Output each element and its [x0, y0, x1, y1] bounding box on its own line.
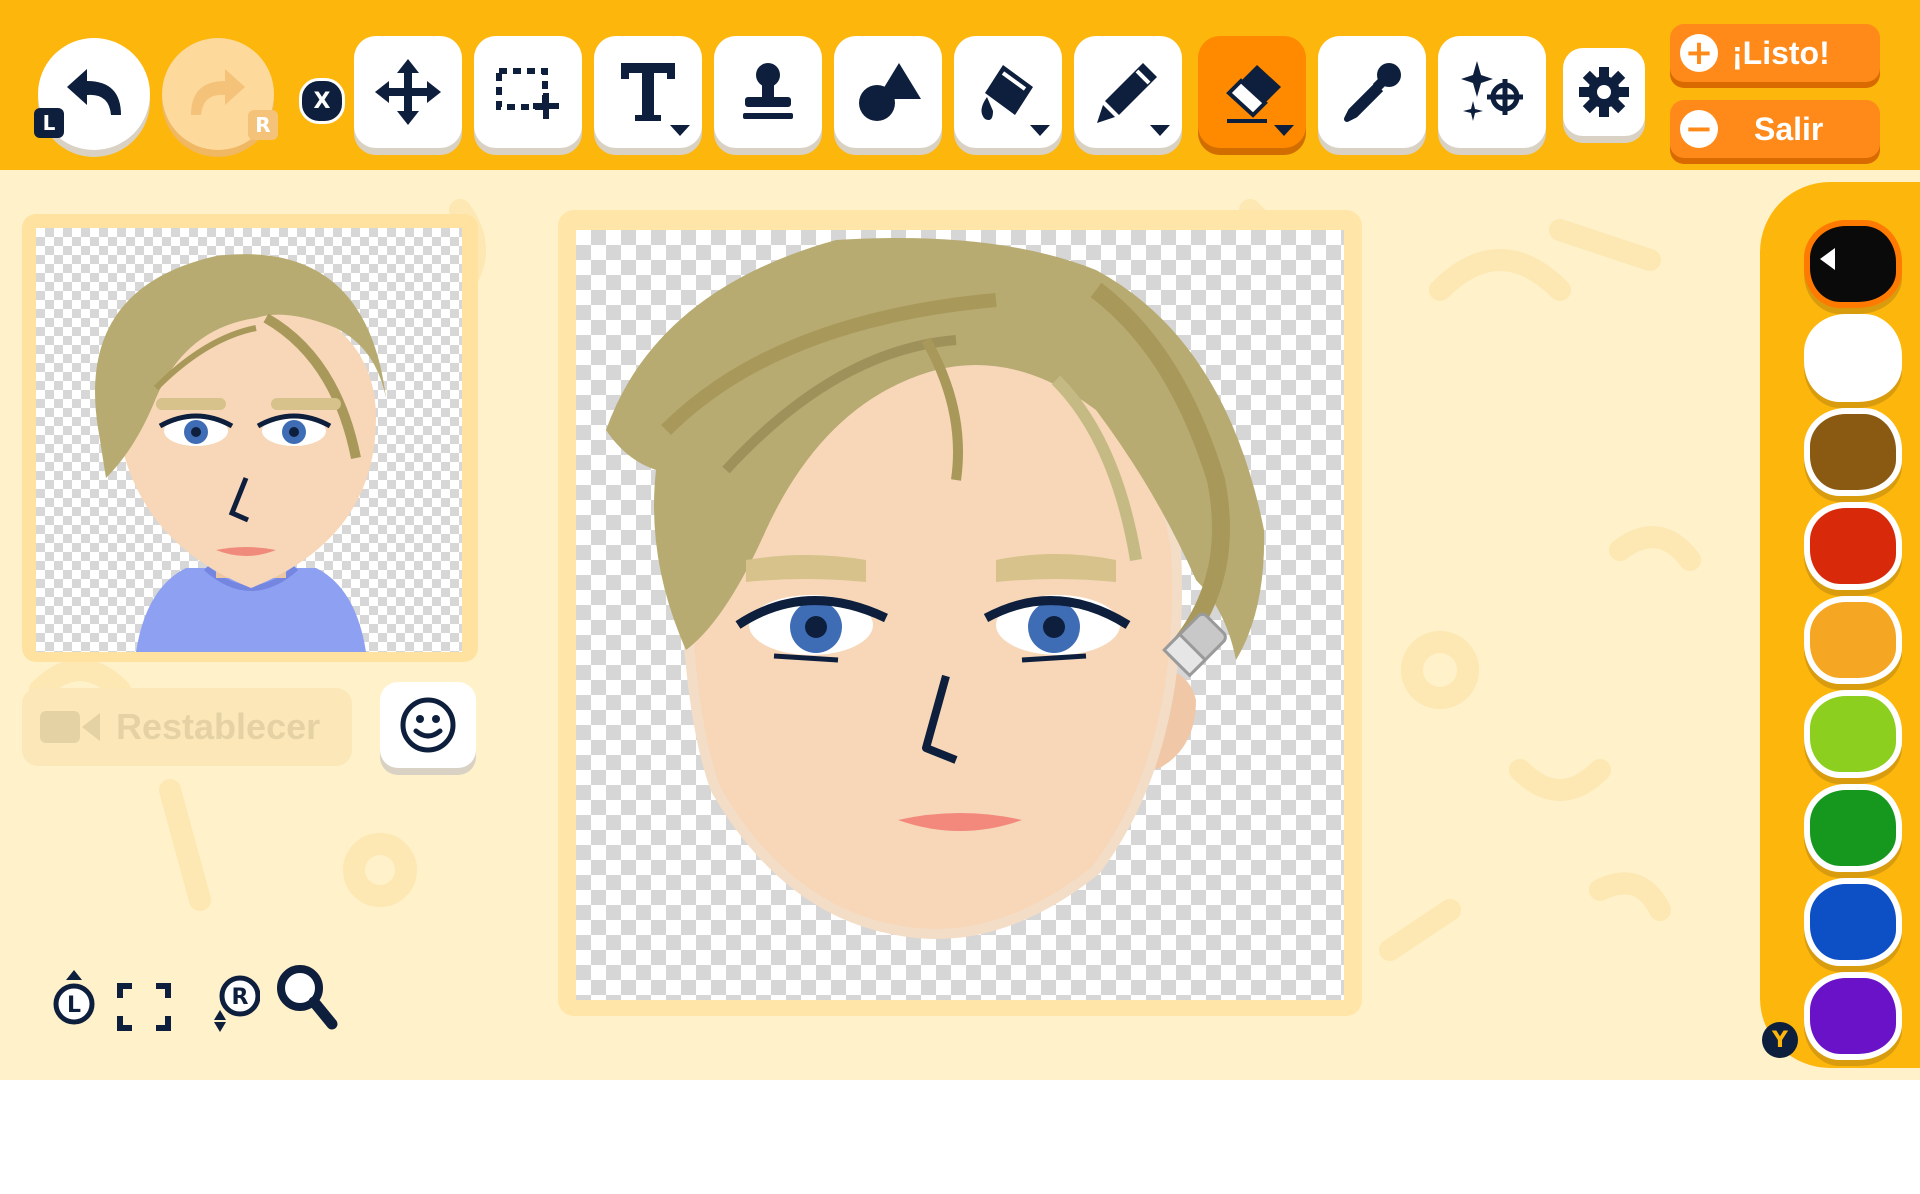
drawing-app: L R X + ¡Listo! − Salir Restablecer L R … [0, 0, 1920, 1080]
selected-indicator-icon [1820, 248, 1835, 270]
plus-button-badge: + [1680, 34, 1718, 72]
redo-icon [191, 69, 245, 115]
text-tool-button[interactable] [594, 36, 702, 148]
r-stick-icon: R [214, 975, 261, 1032]
selection-tool-button[interactable] [474, 36, 582, 148]
color-swatch[interactable] [1804, 314, 1902, 402]
effects-tool-button[interactable] [1438, 36, 1546, 148]
fill-options-caret-icon [1030, 125, 1050, 136]
undo-button[interactable]: L [34, 38, 150, 150]
color-swatch[interactable] [1804, 878, 1902, 966]
l-stick-press-icon: L [53, 970, 95, 1025]
paint-bucket-icon [981, 65, 1033, 120]
eraser-options-caret-icon [1274, 125, 1294, 136]
color-swatch[interactable] [1804, 408, 1902, 496]
move-tool-button[interactable] [354, 36, 462, 148]
toolbar: L R X + ¡Listo! − Salir [0, 0, 1920, 170]
redo-button[interactable]: R [162, 38, 278, 150]
done-button[interactable]: + ¡Listo! [1670, 24, 1880, 82]
drawing-canvas[interactable] [576, 230, 1344, 1000]
text-icon [621, 63, 675, 121]
eraser-tool-button[interactable] [1198, 36, 1306, 148]
magnifier-icon[interactable] [274, 962, 338, 1034]
color-swatch[interactable] [1804, 972, 1902, 1060]
face-button[interactable] [380, 682, 476, 768]
move-icon [375, 59, 441, 125]
mii-preview-image [95, 254, 387, 652]
mii-preview [36, 228, 462, 652]
stamp-tool-button[interactable] [714, 36, 822, 148]
l-button-badge: L [34, 108, 64, 138]
cancel-x-button[interactable]: X [299, 78, 345, 124]
reset-button[interactable]: Restablecer [22, 688, 352, 766]
exit-label: Salir [1754, 110, 1824, 147]
color-swatch[interactable] [1804, 690, 1902, 778]
eyedropper-icon [1344, 63, 1401, 122]
fit-screen-icon[interactable] [116, 982, 172, 1032]
settings-button[interactable] [1563, 48, 1645, 136]
pen-options-caret-icon [1150, 125, 1170, 136]
gear-icon [1579, 67, 1629, 117]
eraser-icon [1226, 65, 1281, 123]
selection-icon [496, 68, 559, 119]
mii-face-drawing [606, 238, 1265, 939]
video-camera-icon [40, 711, 100, 743]
color-swatch[interactable] [1804, 220, 1902, 308]
color-swatch[interactable] [1804, 596, 1902, 684]
l-stick-label: L [67, 993, 81, 1018]
stamp-icon [743, 63, 793, 119]
sparkle-target-icon [1461, 61, 1523, 121]
done-label: ¡Listo! [1732, 34, 1830, 71]
r-stick-label: R [232, 985, 249, 1010]
smiley-face-icon [400, 697, 456, 753]
zoom-stick-button[interactable]: R [212, 970, 261, 1034]
eyedropper-tool-button[interactable] [1318, 36, 1426, 148]
fill-tool-button[interactable] [954, 36, 1062, 148]
minus-button-badge: − [1680, 110, 1718, 148]
color-swatch[interactable] [1804, 784, 1902, 872]
pen-icon [1097, 63, 1157, 123]
exit-button[interactable]: − Salir [1670, 100, 1880, 158]
fit-view-button[interactable]: L [52, 970, 96, 1034]
undo-icon [67, 69, 121, 115]
pen-tool-button[interactable] [1074, 36, 1182, 148]
color-swatch[interactable] [1804, 502, 1902, 590]
zoom-controls: L R [52, 962, 352, 1042]
y-button-badge: Y [1762, 1022, 1798, 1058]
text-options-caret-icon [670, 125, 690, 136]
r-button-badge: R [248, 110, 278, 140]
reset-label: Restablecer [116, 706, 321, 747]
shapes-icon [859, 63, 921, 121]
shapes-tool-button[interactable] [834, 36, 942, 148]
color-palette [1760, 182, 1920, 1068]
